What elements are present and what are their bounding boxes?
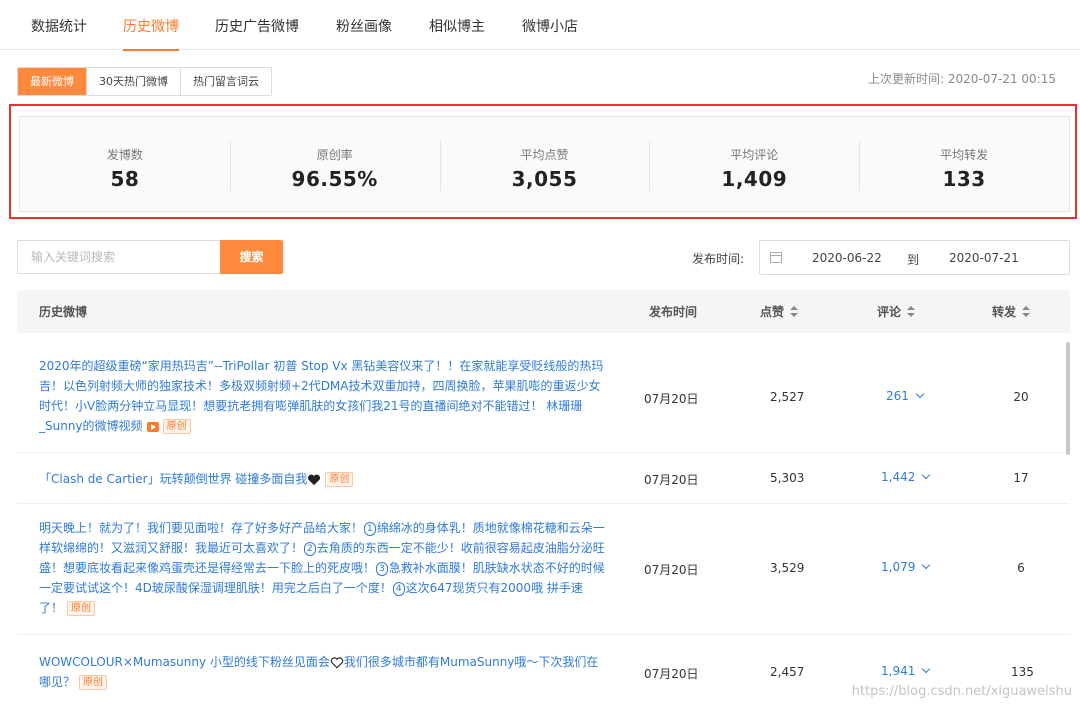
number-2-icon: 2	[304, 541, 316, 556]
subtab-30day-hot[interactable]: 30天热门微博	[86, 68, 180, 95]
post-text-content[interactable]: 2020年的超级重磅“家用热玛吉”--TriPollar 初普 Stop Vx …	[39, 359, 603, 433]
post-likes: 3,529	[770, 561, 805, 575]
sort-icon[interactable]	[907, 306, 916, 317]
stat-value: 3,055	[511, 167, 578, 191]
table-row: 「Clash de Cartier」玩转颠倒世界 碰撞多面自我 原创 07月20日…	[17, 453, 1070, 504]
original-tag: 原创	[79, 675, 108, 690]
original-tag: 原创	[67, 601, 96, 616]
post-date: 07月20日	[644, 667, 699, 681]
scrollbar[interactable]	[1066, 342, 1070, 455]
col-post: 历史微博	[39, 305, 88, 319]
post-date: 07月20日	[644, 563, 699, 577]
number-3-icon: 3	[376, 561, 388, 576]
chevron-down-icon[interactable]	[922, 664, 931, 674]
stat-avg-comments: 平均评论 1,409	[649, 117, 859, 211]
number-1-icon: 1	[364, 521, 376, 536]
post-comments[interactable]: 261	[886, 389, 925, 403]
post-likes: 2,527	[770, 390, 805, 404]
tab-data-stats[interactable]: 数据统计	[31, 0, 87, 50]
stat-original-rate: 原创率 96.55%	[229, 117, 440, 211]
search-button[interactable]: 搜索	[220, 240, 283, 274]
post-text[interactable]: 2020年的超级重磅“家用热玛吉”--TriPollar 初普 Stop Vx …	[39, 356, 605, 436]
original-tag: 原创	[162, 419, 191, 434]
post-reposts: 17	[1013, 471, 1029, 485]
stat-label: 发博数	[106, 148, 143, 162]
tab-weibo-shop[interactable]: 微博小店	[522, 0, 578, 50]
tab-fan-profile[interactable]: 粉丝画像	[336, 0, 392, 50]
post-likes: 2,457	[770, 665, 805, 679]
date-filter-label: 发布时间:	[692, 252, 745, 266]
table-header: 历史微博 发布时间 点赞 评论 转发	[17, 290, 1070, 333]
stat-post-count: 发博数 58	[20, 117, 230, 211]
date-start[interactable]: 2020-06-22	[812, 251, 882, 265]
post-reposts: 6	[1017, 561, 1025, 575]
post-text[interactable]: 「Clash de Cartier」玩转颠倒世界 碰撞多面自我 原创	[39, 469, 605, 489]
stat-avg-likes: 平均点赞 3,055	[439, 117, 650, 211]
stat-value: 1,409	[721, 167, 788, 191]
post-date: 07月20日	[644, 392, 699, 406]
video-icon[interactable]	[146, 421, 159, 432]
last-updated-text: 上次更新时间: 2020-07-21 00:15	[868, 72, 1056, 86]
number-4-icon: 4	[392, 581, 405, 596]
tab-similar-bloggers[interactable]: 相似博主	[429, 0, 485, 50]
date-range-picker[interactable]: 2020-06-22 到 2020-07-21	[759, 240, 1070, 275]
tab-history-ad-posts[interactable]: 历史广告微博	[215, 0, 299, 50]
col-comments-label: 评论	[877, 305, 902, 319]
post-comments[interactable]: 1,079	[881, 560, 931, 574]
heart-icon	[330, 656, 344, 669]
col-likes-label: 点赞	[760, 305, 785, 319]
subtab-latest[interactable]: 最新微博	[18, 68, 86, 95]
sub-tabs: 最新微博 30天热门微博 热门留言词云	[17, 67, 272, 96]
date-end[interactable]: 2020-07-21	[949, 251, 1019, 265]
stat-avg-reposts: 平均转发 133	[859, 117, 1069, 211]
post-reposts: 135	[1011, 665, 1034, 679]
comments-count[interactable]: 1,442	[881, 470, 915, 484]
stat-label: 平均评论	[730, 148, 779, 162]
keyword-search-input[interactable]	[17, 240, 221, 274]
table-row: 2020年的超级重磅“家用热玛吉”--TriPollar 初普 Stop Vx …	[17, 333, 1070, 453]
heart-icon	[308, 474, 321, 485]
original-tag: 原创	[325, 472, 354, 487]
stat-label: 平均点赞	[520, 148, 569, 162]
col-likes[interactable]: 点赞	[760, 290, 799, 333]
subtab-comment-cloud[interactable]: 热门留言词云	[180, 68, 271, 95]
tab-history-posts[interactable]: 历史微博	[123, 0, 179, 51]
table-row: 明天晚上！就为了！我们要见面啦！存了好多好产品给大家！ 1 绵绵冰的身体乳！质地就像…	[17, 504, 1070, 635]
chevron-down-icon[interactable]	[922, 470, 931, 480]
comments-count[interactable]: 1,079	[881, 560, 915, 574]
stats-panel: 发博数 58 原创率 96.55% 平均点赞 3,055 平均评论 1,409 …	[19, 116, 1070, 212]
table-body: 2020年的超级重磅“家用热玛吉”--TriPollar 初普 Stop Vx …	[17, 333, 1070, 707]
post-text[interactable]: 明天晚上！就为了！我们要见面啦！存了好多好产品给大家！ 1 绵绵冰的身体乳！质地就像…	[39, 518, 605, 618]
sort-icon[interactable]	[1022, 306, 1031, 317]
col-reposts-label: 转发	[992, 305, 1017, 319]
col-comments[interactable]: 评论	[877, 290, 916, 333]
stat-label: 平均转发	[940, 148, 989, 162]
chevron-down-icon[interactable]	[922, 560, 931, 570]
post-comments[interactable]: 1,941	[881, 664, 931, 678]
stat-label: 原创率	[316, 148, 353, 162]
post-comments[interactable]: 1,442	[881, 470, 931, 484]
col-publish-time: 发布时间	[649, 305, 698, 319]
col-reposts[interactable]: 转发	[992, 290, 1031, 333]
post-text-content[interactable]: WOWCOLOUR×Mumasunny 小型的线下粉丝见面会	[39, 655, 330, 669]
post-text[interactable]: WOWCOLOUR×Mumasunny 小型的线下粉丝见面会 我们很多城市都有Mu…	[39, 652, 605, 692]
post-text-content[interactable]: 「Clash de Cartier」玩转颠倒世界 碰撞多面自我	[39, 472, 307, 486]
chevron-down-icon[interactable]	[915, 389, 925, 399]
stat-value: 96.55%	[291, 167, 378, 191]
post-date: 07月20日	[644, 473, 699, 487]
sort-icon[interactable]	[790, 306, 799, 317]
calendar-icon	[770, 252, 782, 263]
post-text-content[interactable]: 明天晚上！就为了！我们要见面啦！存了好多好产品给大家！	[39, 521, 363, 535]
watermark: https://blog.csdn.net/xiguawelshu	[851, 684, 1072, 699]
stat-value: 58	[110, 167, 140, 191]
comments-count[interactable]: 1,941	[881, 664, 915, 678]
date-range-separator: 到	[907, 253, 920, 267]
comments-count[interactable]: 261	[886, 389, 909, 403]
post-likes: 5,303	[770, 471, 805, 485]
post-reposts: 20	[1013, 390, 1029, 404]
stat-value: 133	[942, 167, 986, 191]
top-nav: 数据统计 历史微博 历史广告微博 粉丝画像 相似博主 微博小店	[0, 0, 1080, 51]
